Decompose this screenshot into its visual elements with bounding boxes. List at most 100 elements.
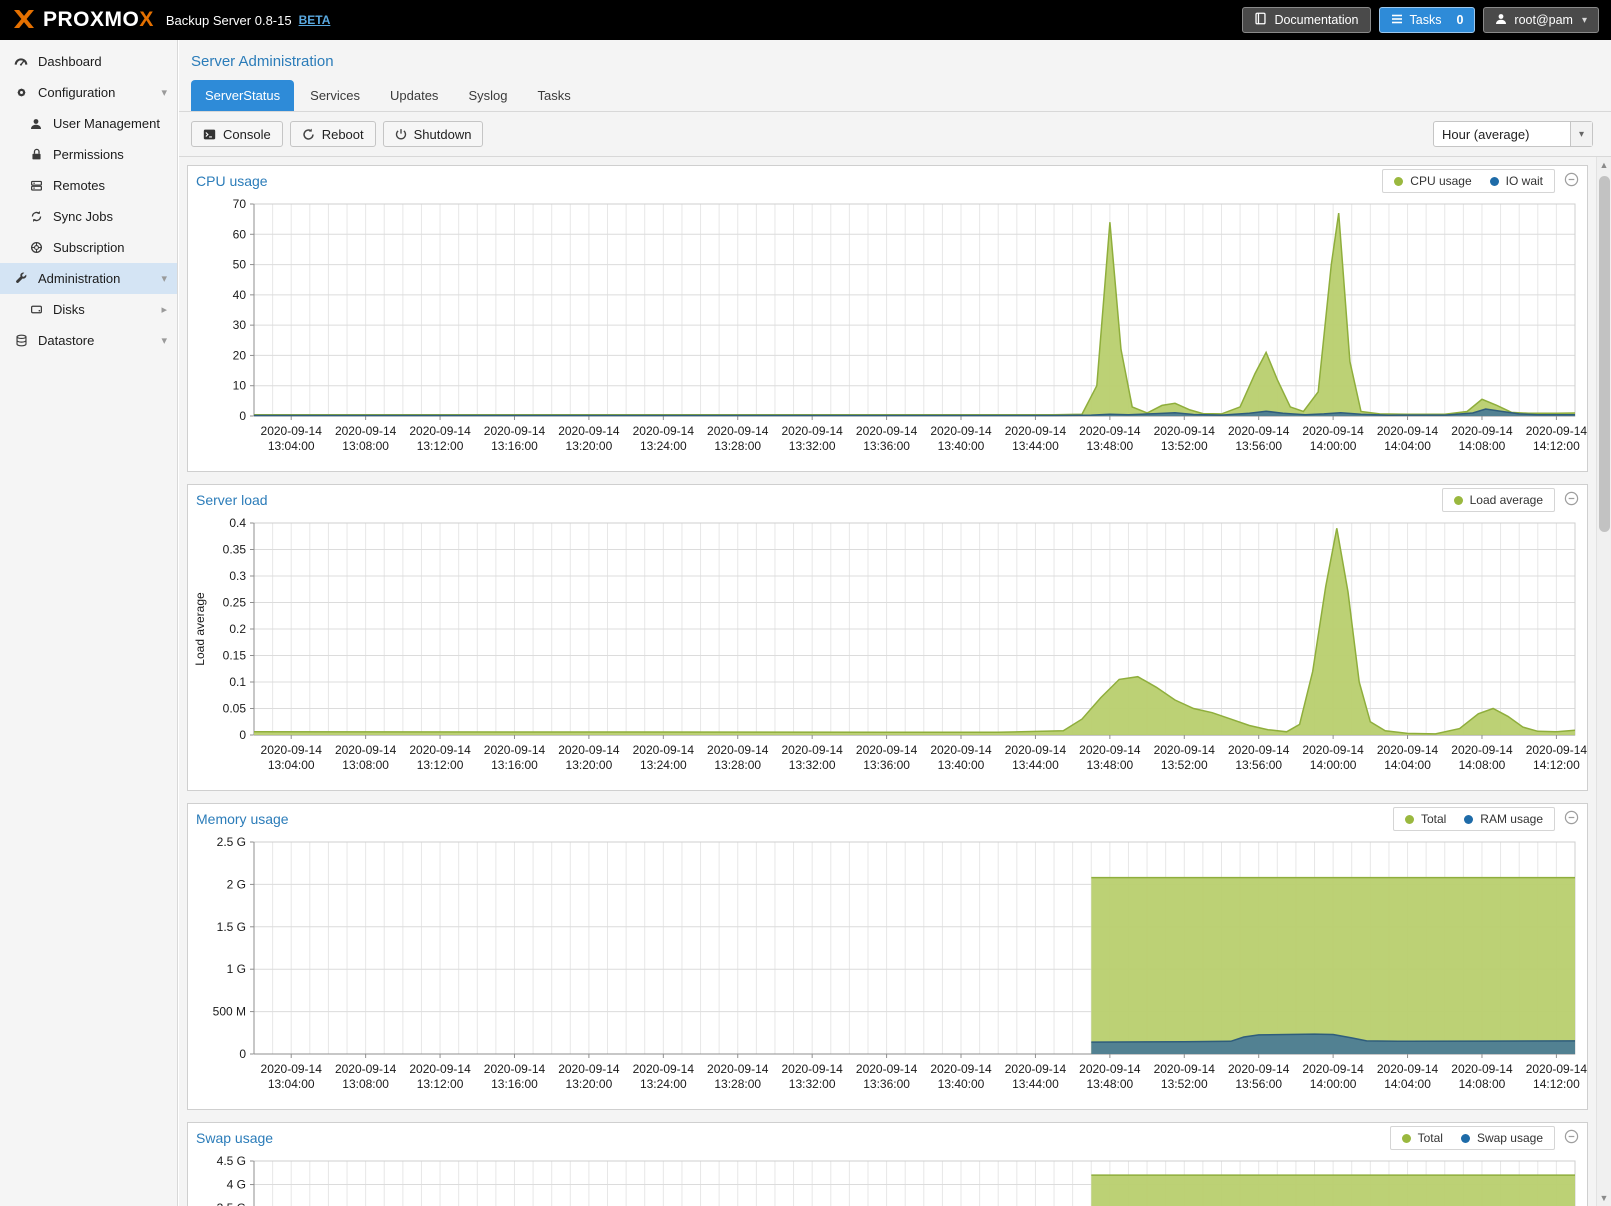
tasks-button[interactable]: Tasks 0 [1379,7,1476,33]
user-menu-button[interactable]: root@pam ▾ [1483,7,1599,33]
svg-text:2020-09-14: 2020-09-14 [1005,424,1067,438]
tab-serverstatus[interactable]: ServerStatus [191,80,294,111]
beta-link[interactable]: BETA [299,13,331,27]
svg-text:13:04:00: 13:04:00 [268,758,315,772]
sidebar-item-administration[interactable]: Administration▾ [0,263,177,294]
svg-text:2020-09-14: 2020-09-14 [633,1062,695,1076]
svg-text:13:36:00: 13:36:00 [863,1077,910,1091]
caret-down-icon: ▾ [1582,15,1587,26]
svg-text:30: 30 [233,318,247,332]
list-icon [1391,13,1403,28]
collapse-icon[interactable] [1564,810,1579,828]
terminal-icon [203,128,216,141]
caret-down-icon[interactable]: ▾ [161,334,167,347]
sidebar-item-datastore[interactable]: Datastore▾ [0,325,177,356]
svg-text:2020-09-14: 2020-09-14 [558,1062,620,1076]
proxmox-logo: PROXMOX [12,7,154,34]
vertical-scrollbar[interactable]: ▲ ▼ [1596,157,1611,1206]
svg-text:2020-09-14: 2020-09-14 [1005,743,1067,757]
page-title: Server Administration [179,40,1611,80]
collapse-icon[interactable] [1564,1129,1579,1147]
user-icon [28,118,44,130]
green-dot-icon [1405,815,1414,824]
sidebar-item-disks[interactable]: Disks ▸ [0,294,177,325]
legend-item-cpu-usage[interactable]: CPU usage [1394,174,1471,188]
server-load-panel: Server loadLoad average00.050.10.150.20.… [187,484,1588,791]
tab-bar: ServerStatusServicesUpdatesSyslogTasks [179,80,1611,112]
legend-item-io-wait[interactable]: IO wait [1490,174,1543,188]
tab-updates[interactable]: Updates [376,80,452,111]
svg-text:13:12:00: 13:12:00 [417,758,464,772]
green-dot-icon [1402,1134,1411,1143]
svg-text:3.5 G: 3.5 G [217,1201,246,1206]
svg-text:13:40:00: 13:40:00 [938,439,985,453]
svg-text:0.1: 0.1 [229,675,246,689]
svg-text:2 G: 2 G [227,877,246,891]
sidebar-item-configuration[interactable]: Configuration ▾ [0,77,177,108]
svg-text:50: 50 [233,258,247,272]
sidebar-item-label: Disks [53,302,85,317]
sidebar-item-label: Subscription [53,240,125,255]
tab-syslog[interactable]: Syslog [454,80,521,111]
svg-text:2020-09-14: 2020-09-14 [1154,743,1216,757]
tab-services[interactable]: Services [296,80,374,111]
lock-icon [28,148,44,161]
panel-header: Memory usageTotalRAM usage [188,804,1587,834]
panel-title: Server load [196,492,268,508]
svg-text:2020-09-14: 2020-09-14 [1526,1062,1588,1076]
book-icon [1254,12,1267,28]
caret-right-icon[interactable]: ▸ [161,303,167,316]
svg-text:13:28:00: 13:28:00 [714,1077,761,1091]
blue-dot-icon [1461,1134,1470,1143]
scroll-up-arrow[interactable]: ▲ [1597,157,1611,173]
timeframe-select[interactable]: Hour (average) ▾ [1433,121,1593,147]
gear-icon [13,86,29,99]
tab-tasks[interactable]: Tasks [523,80,584,111]
legend-item-ram-usage[interactable]: RAM usage [1464,812,1543,826]
documentation-button[interactable]: Documentation [1242,7,1370,33]
sidebar-item-dashboard[interactable]: Dashboard [0,46,177,77]
proxmox-x-icon [12,7,36,34]
chevron-down-icon[interactable]: ▾ [1570,122,1592,146]
sidebar-item-user-management[interactable]: User Management [0,108,177,139]
svg-text:2020-09-14: 2020-09-14 [1451,1062,1513,1076]
shutdown-button[interactable]: Shutdown [383,121,484,147]
sidebar-item-remotes[interactable]: Remotes [0,170,177,201]
sidebar-item-label: Permissions [53,147,124,162]
reboot-button[interactable]: Reboot [290,121,376,147]
caret-down-icon[interactable]: ▾ [161,272,167,285]
svg-text:13:16:00: 13:16:00 [491,1077,538,1091]
swap-usage-plot: 0500 M1 G1.5 G2 G2.5 G3 G3.5 G4 G4.5 G20… [190,1153,1589,1206]
legend-item-total[interactable]: Total [1405,812,1446,826]
sidebar-item-permissions[interactable]: Permissions [0,139,177,170]
svg-text:0: 0 [239,1047,246,1061]
legend-item-load-average[interactable]: Load average [1454,493,1543,507]
scroll-down-arrow[interactable]: ▼ [1597,1190,1611,1206]
svg-text:2020-09-14: 2020-09-14 [856,743,918,757]
swap-usage-panel: Swap usageTotalSwap usage0500 M1 G1.5 G2… [187,1122,1588,1206]
reboot-icon [302,128,315,141]
svg-text:14:08:00: 14:08:00 [1459,1077,1506,1091]
svg-text:2020-09-14: 2020-09-14 [558,743,620,757]
sidebar-item-label: User Management [53,116,160,131]
collapse-icon[interactable] [1564,491,1579,509]
svg-text:13:04:00: 13:04:00 [268,1077,315,1091]
svg-text:13:40:00: 13:40:00 [938,1077,985,1091]
svg-text:1.5 G: 1.5 G [217,920,246,934]
svg-text:2020-09-14: 2020-09-14 [1228,1062,1290,1076]
svg-text:14:08:00: 14:08:00 [1459,439,1506,453]
console-button[interactable]: Console [191,121,283,147]
collapse-icon[interactable] [1564,172,1579,190]
legend-item-total[interactable]: Total [1402,1131,1443,1145]
svg-text:0: 0 [239,728,246,742]
legend-item-swap-usage[interactable]: Swap usage [1461,1131,1543,1145]
svg-text:14:12:00: 14:12:00 [1533,439,1580,453]
sidebar-item-subscription[interactable]: Subscription [0,232,177,263]
caret-down-icon[interactable]: ▾ [161,86,167,99]
svg-text:2.5 G: 2.5 G [217,835,246,849]
sidebar-item-label: Configuration [38,85,115,100]
svg-text:13:56:00: 13:56:00 [1235,1077,1282,1091]
svg-text:14:08:00: 14:08:00 [1459,758,1506,772]
scrollbar-thumb[interactable] [1599,176,1610,532]
sidebar-item-sync-jobs[interactable]: Sync Jobs [0,201,177,232]
